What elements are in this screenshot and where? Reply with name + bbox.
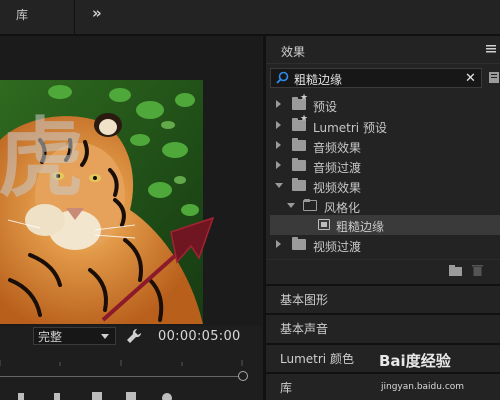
search-icon [276, 71, 289, 84]
timecode-duration: 00:00:05:00 [158, 329, 241, 344]
insert-icon [92, 392, 102, 400]
video-effect-icon [318, 219, 330, 230]
baidu-jingyan-watermark: Bai度经验 jingyan.baidu.com [379, 350, 499, 400]
new-bin-icon[interactable] [449, 265, 463, 276]
overlay-title-text: 虎 [0, 108, 84, 209]
panel-essential-sound[interactable]: 基本声音 [266, 313, 500, 339]
chevron-down-icon[interactable] [275, 183, 283, 188]
tree-item-video-effects[interactable]: 视频效果 [270, 176, 500, 196]
annotation-arrow [101, 216, 215, 322]
panel-tab-label: 基本图形 [280, 293, 329, 307]
preset-folder-icon: ★ [292, 114, 308, 131]
tree-item-label: 预设 [313, 100, 338, 114]
mark-out-icon [54, 393, 60, 400]
overwrite-icon [126, 392, 136, 400]
watermark-logo-text: Bai度经验 [379, 352, 451, 370]
transport-buttons-row [18, 392, 172, 400]
clear-search-icon[interactable]: ✕ [465, 71, 476, 86]
tree-item-presets[interactable]: ★ 预设 [270, 93, 500, 115]
out-point-handle[interactable] [238, 371, 248, 381]
wrench-icon[interactable] [126, 328, 142, 344]
search-query-text: 粗糙边缘 [294, 73, 343, 87]
tree-item-lumetri-presets[interactable]: ★ Lumetri 预设 [270, 114, 500, 136]
new-custom-bin-icon[interactable] [489, 70, 500, 84]
chevron-down-icon [101, 334, 109, 339]
tree-item-label: Lumetri 预设 [313, 121, 387, 135]
tree-item-video-transitions[interactable]: 视频过渡 [270, 235, 500, 255]
chevron-right-icon[interactable] [276, 161, 281, 169]
panel-menu-icon[interactable] [486, 45, 496, 53]
chevron-right-icon[interactable] [276, 121, 281, 129]
tree-item-label: 粗糙边缘 [336, 220, 385, 234]
chevron-right-icon[interactable] [276, 240, 281, 248]
watermark-url: jingyan.baidu.com [381, 382, 465, 392]
more-panels-icon[interactable]: » [92, 4, 102, 22]
folder-icon [292, 237, 306, 250]
playback-track[interactable] [0, 376, 243, 377]
tree-item-label: 视频过渡 [313, 240, 362, 254]
preset-folder-icon: ★ [292, 93, 308, 110]
panel-tab-label: 库 [280, 381, 293, 395]
panel-tab-label: 基本声音 [280, 322, 329, 336]
time-ruler [0, 360, 243, 366]
effects-panel-title[interactable]: 效果 [281, 43, 305, 60]
tree-item-stylize[interactable]: 风格化 [270, 196, 500, 216]
zoom-fit-value: 完整 [38, 330, 63, 344]
tree-item-audio-transitions[interactable]: 音频过渡 [270, 156, 500, 176]
mark-in-icon [18, 393, 24, 400]
effects-title-divider [266, 63, 500, 64]
tree-item-label: 视频效果 [313, 181, 362, 195]
camera-icon [162, 393, 172, 400]
folder-icon [292, 178, 306, 191]
folder-outline-icon [303, 199, 317, 211]
panel-essential-graphics[interactable]: 基本图形 [266, 284, 500, 310]
chevron-down-icon[interactable] [287, 203, 295, 208]
tree-item-roughen-edges[interactable]: 粗糙边缘 [270, 215, 500, 235]
trash-icon[interactable] [472, 264, 483, 276]
effects-footer [266, 259, 500, 282]
chevron-right-icon[interactable] [276, 100, 281, 108]
tree-item-label: 音频效果 [313, 141, 362, 155]
folder-icon [292, 138, 306, 151]
tree-item-audio-effects[interactable]: 音频效果 [270, 136, 500, 156]
top-tab-bar [0, 0, 500, 36]
tree-item-label: 音频过渡 [313, 161, 362, 175]
chevron-right-icon[interactable] [276, 141, 281, 149]
folder-icon [292, 158, 306, 171]
tab-divider [74, 0, 75, 34]
panel-tab-label: Lumetri 颜色 [280, 352, 354, 366]
zoom-fit-select[interactable]: 完整 [33, 327, 116, 345]
tab-library[interactable]: 库 [16, 6, 28, 23]
tree-item-label: 风格化 [324, 201, 361, 215]
